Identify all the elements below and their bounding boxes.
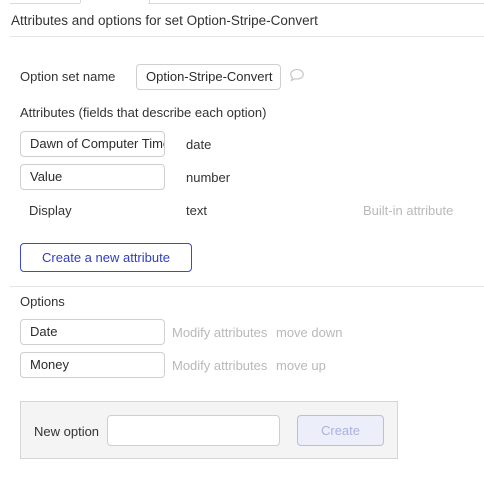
attribute-name-field[interactable]: Dawn of Computer Time (20, 131, 165, 157)
comment-icon[interactable] (289, 68, 305, 82)
option-set-name-label: Option set name (20, 69, 116, 84)
tab-edge-active (80, 0, 150, 3)
modify-attributes-link[interactable]: Modify attributes (172, 325, 267, 340)
tab-edge-left (10, 0, 80, 4)
create-new-attribute-button[interactable]: Create a new attribute (20, 243, 192, 272)
built-in-attribute-note: Built-in attribute (363, 203, 454, 218)
option-set-name-field[interactable]: Option-Stripe-Convert (136, 64, 281, 90)
option-name-field[interactable]: Money (20, 352, 165, 378)
attribute-name-field[interactable]: Value (20, 164, 165, 190)
move-up-link[interactable]: move up (276, 358, 326, 373)
option-set-editor: Attributes and options for set Option-St… (0, 0, 484, 500)
attribute-type: number (186, 170, 231, 185)
attribute-name-static: Display (29, 203, 72, 218)
options-divider (10, 286, 484, 287)
new-option-input[interactable] (107, 415, 280, 446)
top-tab-strip (10, 0, 484, 4)
modify-attributes-link[interactable]: Modify attributes (172, 358, 267, 373)
options-heading: Options (20, 294, 65, 309)
title-divider (10, 36, 484, 37)
new-option-label: New option (34, 424, 100, 439)
create-option-button[interactable]: Create (297, 415, 384, 446)
attribute-type: date (186, 137, 212, 152)
tab-edge-right (148, 0, 484, 4)
option-name-field[interactable]: Date (20, 319, 165, 345)
page-title: Attributes and options for set Option-St… (11, 13, 318, 28)
move-down-link[interactable]: move down (276, 325, 342, 340)
attributes-heading: Attributes (fields that describe each op… (20, 105, 267, 120)
attribute-type: text (186, 203, 207, 218)
